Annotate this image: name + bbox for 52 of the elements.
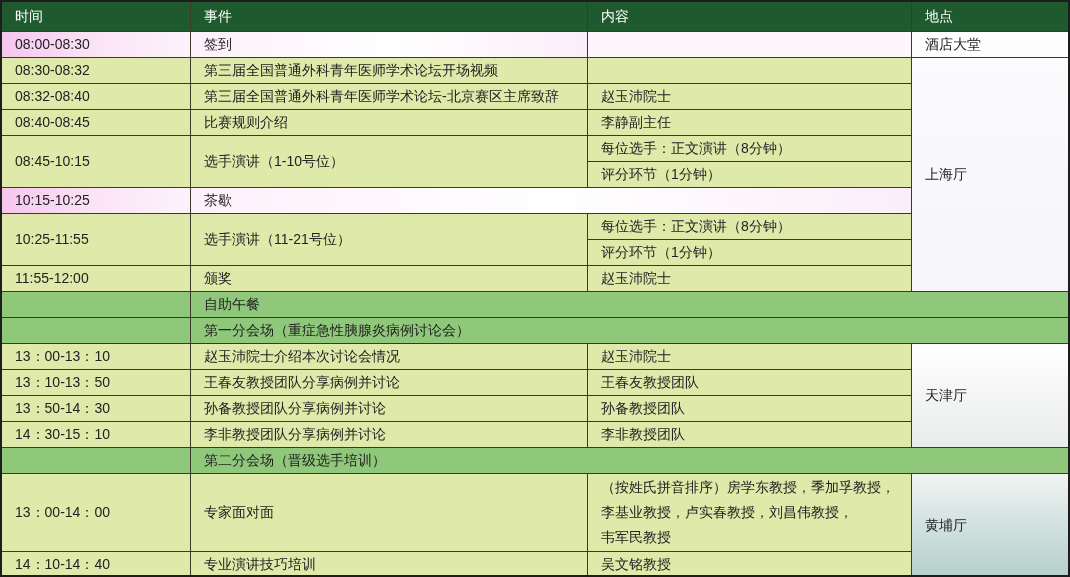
table-cell: 选手演讲（1-10号位）: [191, 136, 587, 187]
table-cell: 王春友教授团队: [588, 370, 911, 395]
table-cell: 10:25-11:55: [2, 214, 190, 265]
table-cell: 黄埔厅: [912, 474, 1068, 575]
table-cell: 08:40-08:45: [2, 110, 190, 135]
table-cell: 08:32-08:40: [2, 84, 190, 109]
table-cell: 第三届全国普通外科青年医师学术论坛-北京赛区主席致辞: [191, 84, 587, 109]
table-cell: 颁奖: [191, 266, 587, 291]
table-cell: （按姓氏拼音排序）房学东教授，季加孚教授， 李基业教授，卢实春教授，刘昌伟教授， 韦军民教授: [588, 474, 911, 551]
table-cell: 李非教授团队分享病例并讨论: [191, 422, 587, 447]
table-cell: 吴文铭教授: [588, 552, 911, 575]
table-cell: 上海厅: [912, 58, 1068, 291]
table-cell: 茶歇: [191, 188, 911, 213]
table-cell: 签到: [191, 32, 587, 57]
table-cell: 孙备教授团队: [588, 396, 911, 421]
table-cell: 08:45-10:15: [2, 136, 190, 187]
table-cell: 11:55-12:00: [2, 266, 190, 291]
table-cell: 08:30-08:32: [2, 58, 190, 83]
table-cell: 评分环节（1分钟）: [588, 162, 911, 187]
table-cell: 专家面对面: [191, 474, 587, 551]
table-cell: 比赛规则介绍: [191, 110, 587, 135]
column-header: 内容: [588, 2, 911, 31]
section-title: 自助午餐: [191, 292, 1068, 317]
table-cell: 13：00-13：10: [2, 344, 190, 369]
table-cell: 第三届全国普通外科青年医师学术论坛开场视频: [191, 58, 587, 83]
table-cell: 王春友教授团队分享病例并讨论: [191, 370, 587, 395]
table-cell: 14：10-14：40: [2, 552, 190, 575]
table-cell: 13：00-14：00: [2, 474, 190, 551]
table-cell: 天津厅: [912, 344, 1068, 447]
column-header: 地点: [912, 2, 1068, 31]
table-cell: 10:15-10:25: [2, 188, 190, 213]
table-cell: 14：30-15：10: [2, 422, 190, 447]
table-cell: 赵玉沛院士: [588, 344, 911, 369]
column-header: 事件: [191, 2, 587, 31]
table-cell: 每位选手：正文演讲（8分钟）: [588, 136, 911, 161]
table-cell: 评分环节（1分钟）: [588, 240, 911, 265]
table-cell: 13：10-13：50: [2, 370, 190, 395]
column-header: 时间: [2, 2, 190, 31]
table-cell: 赵玉沛院士: [588, 84, 911, 109]
table-cell: 李静副主任: [588, 110, 911, 135]
table-cell: 孙备教授团队分享病例并讨论: [191, 396, 587, 421]
table-cell: 李非教授团队: [588, 422, 911, 447]
table-cell: 13：50-14：30: [2, 396, 190, 421]
table-cell: 赵玉沛院士: [588, 266, 911, 291]
table-cell: 专业演讲技巧培训: [191, 552, 587, 575]
section-title: 第二分会场（晋级选手培训）: [191, 448, 1068, 473]
table-cell: 每位选手：正文演讲（8分钟）: [588, 214, 911, 239]
section-title: 第一分会场（重症急性胰腺炎病例讨论会）: [191, 318, 1068, 343]
table-cell: 赵玉沛院士介绍本次讨论会情况: [191, 344, 587, 369]
table-cell: 选手演讲（11-21号位）: [191, 214, 587, 265]
table-cell: 08:00-08:30: [2, 32, 190, 57]
table-cell: 酒店大堂: [912, 32, 1068, 57]
